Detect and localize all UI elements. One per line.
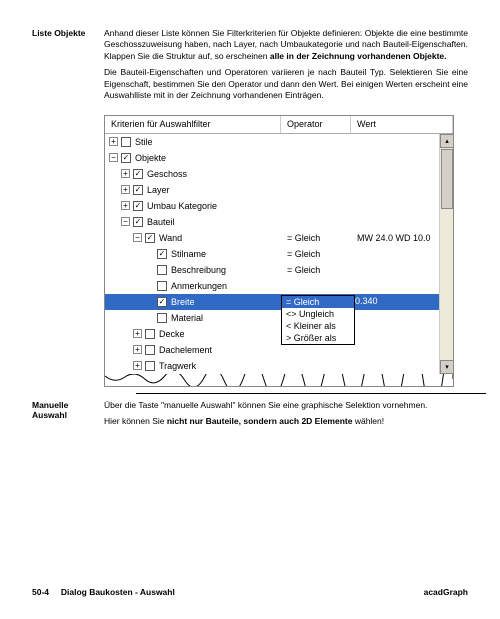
op-beschreibung[interactable]: = Gleich: [287, 265, 320, 275]
torn-edge-decoration: [105, 374, 453, 386]
checkbox-umbau[interactable]: [133, 201, 143, 211]
expander-bauteil[interactable]: −: [121, 217, 130, 226]
checkbox-breite[interactable]: [157, 297, 167, 307]
node-geschoss[interactable]: Geschoss: [147, 169, 187, 179]
checkbox-stile[interactable]: [121, 137, 131, 147]
p2b-bold: nicht nur Bauteile, sondern auch 2D Elem…: [167, 416, 353, 426]
header-operator[interactable]: Operator: [281, 116, 351, 133]
popup-opt-ungleich[interactable]: <> Ungleich: [282, 308, 354, 320]
checkbox-bauteil[interactable]: [133, 217, 143, 227]
popup-opt-gleich[interactable]: = Gleich: [282, 296, 354, 308]
checkbox-anmerkungen[interactable]: [157, 281, 167, 291]
node-dachelement[interactable]: Dachelement: [159, 345, 212, 355]
node-stile[interactable]: Stile: [135, 137, 153, 147]
p2c: wählen!: [352, 416, 384, 426]
expander-tragwerk[interactable]: +: [133, 361, 142, 370]
checkbox-dachelement[interactable]: [145, 345, 155, 355]
op-wand[interactable]: = Gleich: [287, 233, 320, 243]
liste-objekte-p1: Anhand dieser Liste können Sie Filterkri…: [104, 28, 468, 62]
checkbox-beschreibung[interactable]: [157, 265, 167, 275]
divider: [136, 393, 486, 394]
tree-area: + Stile − Objekte + Geschoss +: [105, 134, 453, 374]
node-material[interactable]: Material: [171, 313, 203, 323]
checkbox-material[interactable]: [157, 313, 167, 323]
val-wand[interactable]: MW 24.0 WD 10.0: [357, 233, 431, 243]
scroll-up-icon[interactable]: ▴: [440, 134, 453, 148]
tree-header-row: Kriterien für Auswahlfilter Operator Wer…: [105, 116, 453, 134]
expander-geschoss[interactable]: +: [121, 169, 130, 178]
node-layer[interactable]: Layer: [147, 185, 170, 195]
expander-decke[interactable]: +: [133, 329, 142, 338]
checkbox-layer[interactable]: [133, 185, 143, 195]
node-stilname[interactable]: Stilname: [171, 249, 206, 259]
expander-layer[interactable]: +: [121, 185, 130, 194]
node-breite[interactable]: Breite: [171, 297, 195, 307]
operator-dropdown-popup: = Gleich <> Ungleich < Kleiner als > Grö…: [281, 295, 355, 345]
header-wert[interactable]: Wert: [351, 116, 453, 133]
footer-brand: acadGraph: [424, 587, 468, 597]
node-decke[interactable]: Decke: [159, 329, 185, 339]
node-anmerkungen[interactable]: Anmerkungen: [171, 281, 227, 291]
checkbox-objekte[interactable]: [121, 153, 131, 163]
checkbox-geschoss[interactable]: [133, 169, 143, 179]
footer-title: Dialog Baukosten - Auswahl: [61, 587, 175, 597]
popup-opt-groesser[interactable]: > Größer als: [282, 332, 354, 344]
manuelle-auswahl-p1: Über die Taste "manuelle Auswahl" können…: [104, 400, 468, 411]
node-umbau[interactable]: Umbau Kategorie: [147, 201, 217, 211]
scrollbar-thumb[interactable]: [441, 149, 453, 209]
manuelle-auswahl-p2: Hier können Sie nicht nur Bauteile, sond…: [104, 416, 468, 427]
scroll-down-icon[interactable]: ▾: [440, 360, 453, 374]
embedded-screenshot: Kriterien für Auswahlfilter Operator Wer…: [104, 115, 454, 387]
footer-page-number: 50-4: [32, 587, 49, 597]
node-bauteil[interactable]: Bauteil: [147, 217, 175, 227]
node-beschreibung[interactable]: Beschreibung: [171, 265, 226, 275]
expander-stile[interactable]: +: [109, 137, 118, 146]
header-kriterien[interactable]: Kriterien für Auswahlfilter: [105, 116, 281, 133]
node-tragwerk[interactable]: Tragwerk: [159, 361, 196, 371]
expander-umbau[interactable]: +: [121, 201, 130, 210]
checkbox-decke[interactable]: [145, 329, 155, 339]
p2a: Hier können Sie: [104, 416, 167, 426]
node-wand[interactable]: Wand: [159, 233, 182, 243]
node-objekte[interactable]: Objekte: [135, 153, 166, 163]
checkbox-wand[interactable]: [145, 233, 155, 243]
op-stilname[interactable]: = Gleich: [287, 249, 320, 259]
expander-objekte[interactable]: −: [109, 153, 118, 162]
section-title-manuelle-auswahl: Manuelle Auswahl: [32, 400, 104, 433]
expander-wand[interactable]: −: [133, 233, 142, 242]
liste-objekte-p2: Die Bauteil-Eigenschaften und Operatoren…: [104, 67, 468, 101]
checkbox-stilname[interactable]: [157, 249, 167, 259]
p1-bold: alle in der Zeichnung vorhandenen Objekt…: [270, 51, 447, 61]
section-title-liste-objekte: Liste Objekte: [32, 28, 104, 107]
val-breite[interactable]: 0.340: [351, 294, 441, 310]
page-footer: 50-4 Dialog Baukosten - Auswahl acadGrap…: [32, 587, 468, 597]
vertical-scrollbar[interactable]: ▴ ▾: [439, 134, 453, 374]
expander-dachelement[interactable]: +: [133, 345, 142, 354]
checkbox-tragwerk[interactable]: [145, 361, 155, 371]
popup-opt-kleiner[interactable]: < Kleiner als: [282, 320, 354, 332]
